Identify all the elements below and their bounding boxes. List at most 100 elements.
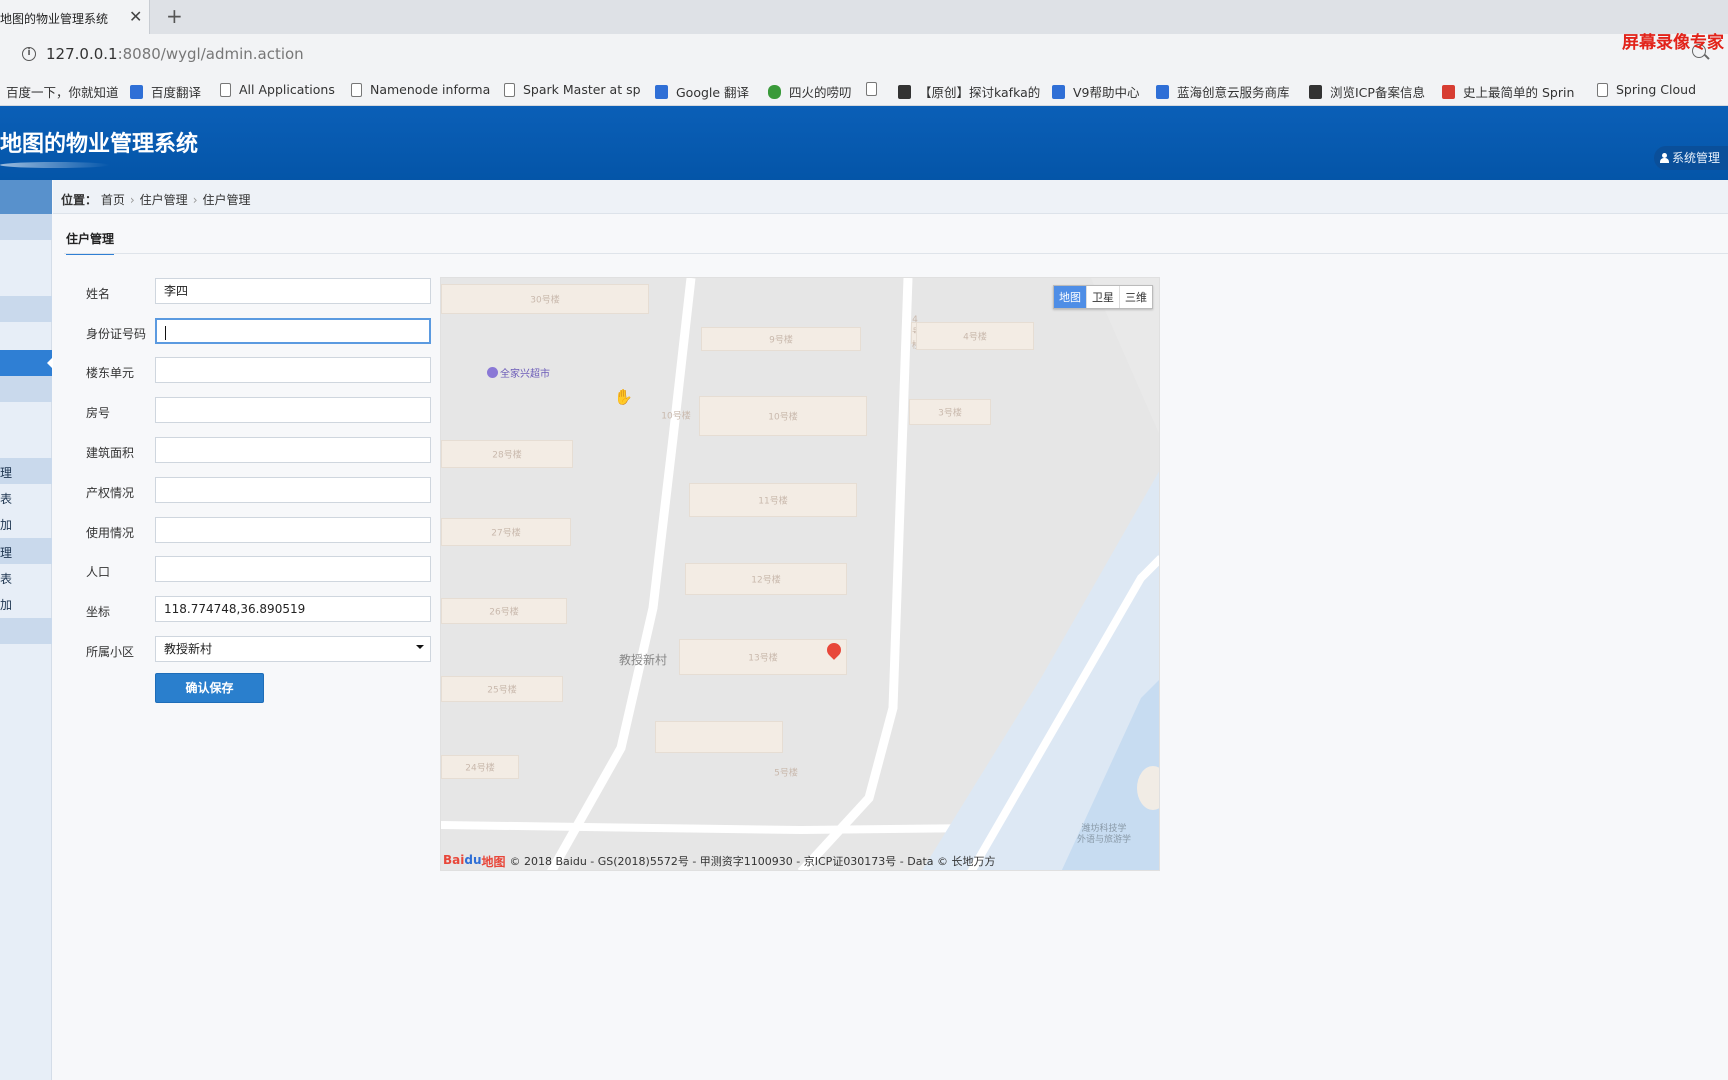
- google-translate-icon: [655, 84, 668, 99]
- breadcrumb-home[interactable]: 首页: [101, 193, 125, 207]
- map-building: 13号楼: [679, 639, 847, 675]
- url-field[interactable]: 127.0.0.1:8080/wygl/admin.action: [46, 45, 304, 63]
- pc-icon: [1052, 84, 1065, 99]
- baidu-logo-part: du: [464, 852, 482, 867]
- building-label: 26号楼: [489, 607, 519, 618]
- coordinate-value: 118.774748,36.890519: [164, 602, 306, 616]
- sidebar-group-1[interactable]: 理: [0, 458, 52, 484]
- building-label: 30号楼: [530, 295, 560, 306]
- sidebar-header[interactable]: [0, 296, 52, 322]
- building-unit-field[interactable]: [155, 357, 431, 383]
- bookmark-sihuo[interactable]: 四火的唠叨: [768, 82, 852, 101]
- tab-resident-management[interactable]: 住户管理: [66, 230, 115, 255]
- bookmark-lanhai[interactable]: 蓝海创意云服务商库: [1156, 82, 1290, 101]
- room-field[interactable]: [155, 397, 431, 423]
- name-value: 李四: [164, 284, 189, 298]
- browser-tab[interactable]: 地图的物业管理系统 ✕: [0, 0, 150, 34]
- sidebar-group-2[interactable]: 理: [0, 538, 52, 564]
- map-building: 4号楼: [916, 322, 1034, 350]
- bookmark-label: Spark Master at sp: [523, 82, 641, 97]
- bookmark-google-translate[interactable]: Google 翻译: [655, 82, 749, 101]
- poi-supermarket[interactable]: 全家兴超市: [487, 365, 550, 380]
- map-copyright: Bai du 地图 © 2018 Baidu - GS(2018)5572号 - 甲…: [443, 852, 996, 870]
- map-building: [655, 721, 783, 753]
- bookmark-baidu-translate[interactable]: 百度翻译: [130, 82, 201, 101]
- bookmark-baidu[interactable]: 百度一下，你就知道: [6, 82, 119, 101]
- close-icon[interactable]: ✕: [129, 7, 142, 26]
- sidebar-item[interactable]: 加: [0, 590, 52, 616]
- community-select[interactable]: 教授新村: [155, 636, 431, 662]
- map-type-map[interactable]: 地图: [1054, 286, 1087, 308]
- bookmark-namenode[interactable]: Namenode informa: [351, 82, 490, 97]
- page-icon: [1597, 82, 1608, 97]
- breadcrumb-sep: ›: [192, 193, 198, 207]
- baidu-logo[interactable]: Bai du 地图: [443, 853, 506, 870]
- bookmark-label: 蓝海创意云服务商库: [1177, 85, 1290, 100]
- bookmark-label: Google 翻译: [676, 85, 750, 100]
- dropdown-arrow-icon: [416, 645, 424, 649]
- link-icon: [1309, 84, 1322, 99]
- population-label: 人口: [86, 565, 111, 579]
- app-header: 地图的物业管理系统 系统管理: [0, 106, 1728, 180]
- sidebar-header[interactable]: [0, 376, 52, 402]
- map-road-label: 10号楼: [661, 408, 691, 422]
- coordinate-field[interactable]: 118.774748,36.890519: [155, 596, 431, 622]
- sidebar: 理 表 加 理 表 加: [0, 180, 53, 1080]
- system-admin-menu[interactable]: 系统管理: [1653, 146, 1728, 170]
- map-building: 10号楼: [699, 396, 867, 436]
- building-label: 10号楼: [661, 411, 691, 422]
- map-building: 30号楼: [441, 284, 649, 314]
- save-button[interactable]: 确认保存: [155, 673, 264, 703]
- page-icon: [220, 82, 231, 97]
- bookmark-spring-cloud[interactable]: Spring Cloud: [1597, 82, 1696, 97]
- building-label: 24号楼: [465, 763, 495, 774]
- id-number-field[interactable]: [155, 318, 431, 344]
- sidebar-label: 理: [0, 466, 13, 480]
- bookmark-spring-simple[interactable]: 史上最简单的 Sprin: [1442, 82, 1574, 101]
- breadcrumb-resident[interactable]: 住户管理: [140, 193, 188, 207]
- app-title: 地图的物业管理系统: [0, 132, 199, 157]
- building-label: 5号楼: [774, 768, 798, 779]
- sidebar-item[interactable]: 表: [0, 564, 52, 590]
- sidebar-section-top[interactable]: [0, 180, 52, 214]
- baidu-logo-part: 地图: [481, 854, 506, 869]
- breadcrumb-sep: ›: [129, 193, 135, 207]
- bookmark-label: 浏览ICP备案信息: [1330, 85, 1425, 100]
- page-icon: [504, 82, 515, 97]
- ownership-field[interactable]: [155, 477, 431, 503]
- bookmark-all-applications[interactable]: All Applications: [220, 82, 335, 97]
- bookmarks-bar: 百度一下，你就知道 百度翻译 All Applications Namenode…: [0, 74, 1728, 106]
- info-icon[interactable]: i: [22, 47, 36, 61]
- breadcrumb: 位置： 首页 › 住户管理 › 住户管理: [53, 180, 1728, 214]
- poi-label: 全家兴超市: [500, 369, 550, 380]
- bookmark-chart[interactable]: [866, 82, 885, 96]
- usage-field[interactable]: [155, 517, 431, 543]
- building-label: 4号楼: [963, 332, 987, 343]
- bookmark-spark[interactable]: Spark Master at sp: [504, 82, 641, 97]
- bookmark-v9[interactable]: V9帮助中心: [1052, 82, 1140, 101]
- name-label: 姓名: [86, 287, 111, 301]
- sidebar-item-active[interactable]: [0, 350, 53, 376]
- floor-area-label: 建筑面积: [86, 446, 135, 460]
- bookmark-label: V9帮助中心: [1073, 85, 1140, 100]
- recorder-watermark: 屏幕录像专家: [1622, 33, 1724, 53]
- sidebar-label: 理: [0, 546, 13, 560]
- sidebar-item[interactable]: 表: [0, 484, 52, 510]
- sidebar-item[interactable]: 加: [0, 510, 52, 536]
- floor-area-field[interactable]: [155, 437, 431, 463]
- sidebar-header[interactable]: [0, 214, 52, 240]
- map-building-label-only: 5号楼: [741, 762, 831, 782]
- browser-tab-bar: 地图的物业管理系统 ✕ +: [0, 0, 1728, 34]
- sidebar-header[interactable]: [0, 618, 52, 644]
- bookmark-kafka[interactable]: 【原创】探讨kafka的: [898, 82, 1040, 101]
- name-field[interactable]: 李四: [155, 278, 431, 304]
- map-type-satellite[interactable]: 卫星: [1087, 286, 1120, 308]
- community-value: 教授新村: [164, 642, 213, 656]
- bookmark-icp[interactable]: 浏览ICP备案信息: [1309, 82, 1425, 101]
- bookmark-label: Namenode informa: [370, 82, 491, 97]
- building-label: 13号楼: [748, 653, 778, 664]
- population-field[interactable]: [155, 556, 431, 582]
- map-view[interactable]: 30号楼 9号楼 4号楼 4号楼 10号楼 3号楼 28号楼 11号楼 27号楼…: [440, 277, 1160, 871]
- new-tab-button[interactable]: +: [166, 4, 183, 28]
- map-type-3d[interactable]: 三维: [1120, 286, 1152, 308]
